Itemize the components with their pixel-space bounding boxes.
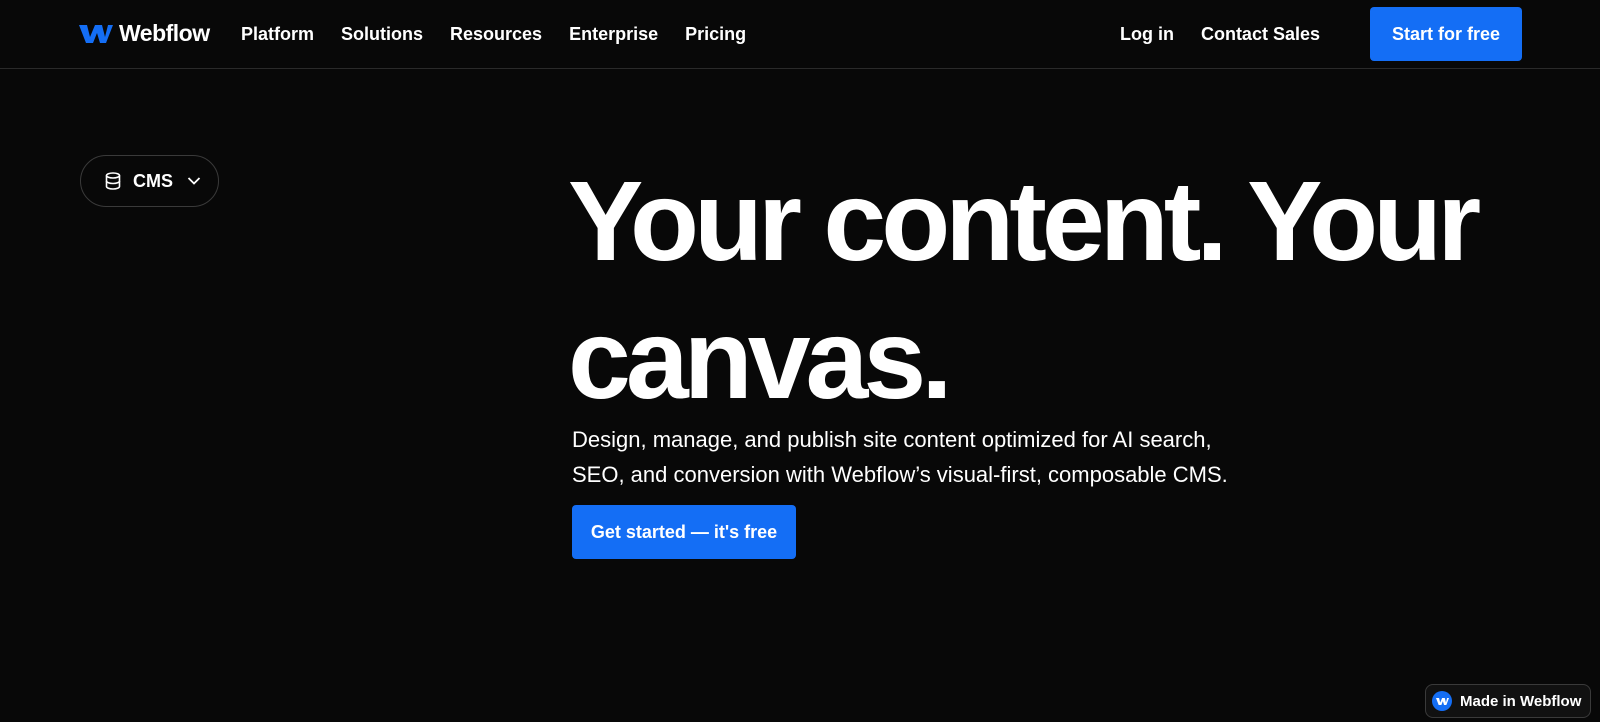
- secondary-nav: Log in Contact Sales: [1120, 22, 1320, 46]
- webflow-badge-icon: [1432, 691, 1452, 711]
- nav-item-platform[interactable]: Platform: [241, 22, 314, 46]
- hero-description: Design, manage, and publish site content…: [572, 427, 1228, 487]
- contact-sales-link[interactable]: Contact Sales: [1201, 22, 1320, 46]
- nav-item-resources[interactable]: Resources: [450, 22, 542, 46]
- badge-label: Made in Webflow: [1460, 692, 1582, 710]
- product-selector-dropdown[interactable]: CMS: [80, 155, 219, 207]
- top-navigation-bar: Webflow Platform Solutions Resources Ent…: [0, 0, 1600, 69]
- hero-title-line-1: Your content. Your: [568, 158, 1481, 284]
- get-started-button[interactable]: Get started — it's free: [572, 505, 796, 559]
- hero-title-line-2: canvas.: [568, 296, 953, 422]
- primary-nav: Platform Solutions Resources Enterprise …: [241, 22, 773, 46]
- nav-item-pricing[interactable]: Pricing: [685, 22, 746, 46]
- brand-name: Webflow: [119, 20, 210, 46]
- start-for-free-button[interactable]: Start for free: [1370, 7, 1522, 61]
- nav-item-solutions[interactable]: Solutions: [341, 22, 423, 46]
- hero-title: Your content. Your canvas.: [568, 152, 1568, 428]
- product-selector-label: CMS: [133, 170, 173, 191]
- chevron-down-icon: [187, 177, 201, 185]
- made-in-webflow-badge[interactable]: Made in Webflow: [1425, 684, 1591, 718]
- webflow-logo-link[interactable]: Webflow: [79, 20, 210, 47]
- webflow-w-icon: [79, 24, 113, 43]
- login-link[interactable]: Log in: [1120, 22, 1174, 46]
- nav-item-enterprise[interactable]: Enterprise: [569, 22, 658, 46]
- database-icon: [105, 172, 121, 190]
